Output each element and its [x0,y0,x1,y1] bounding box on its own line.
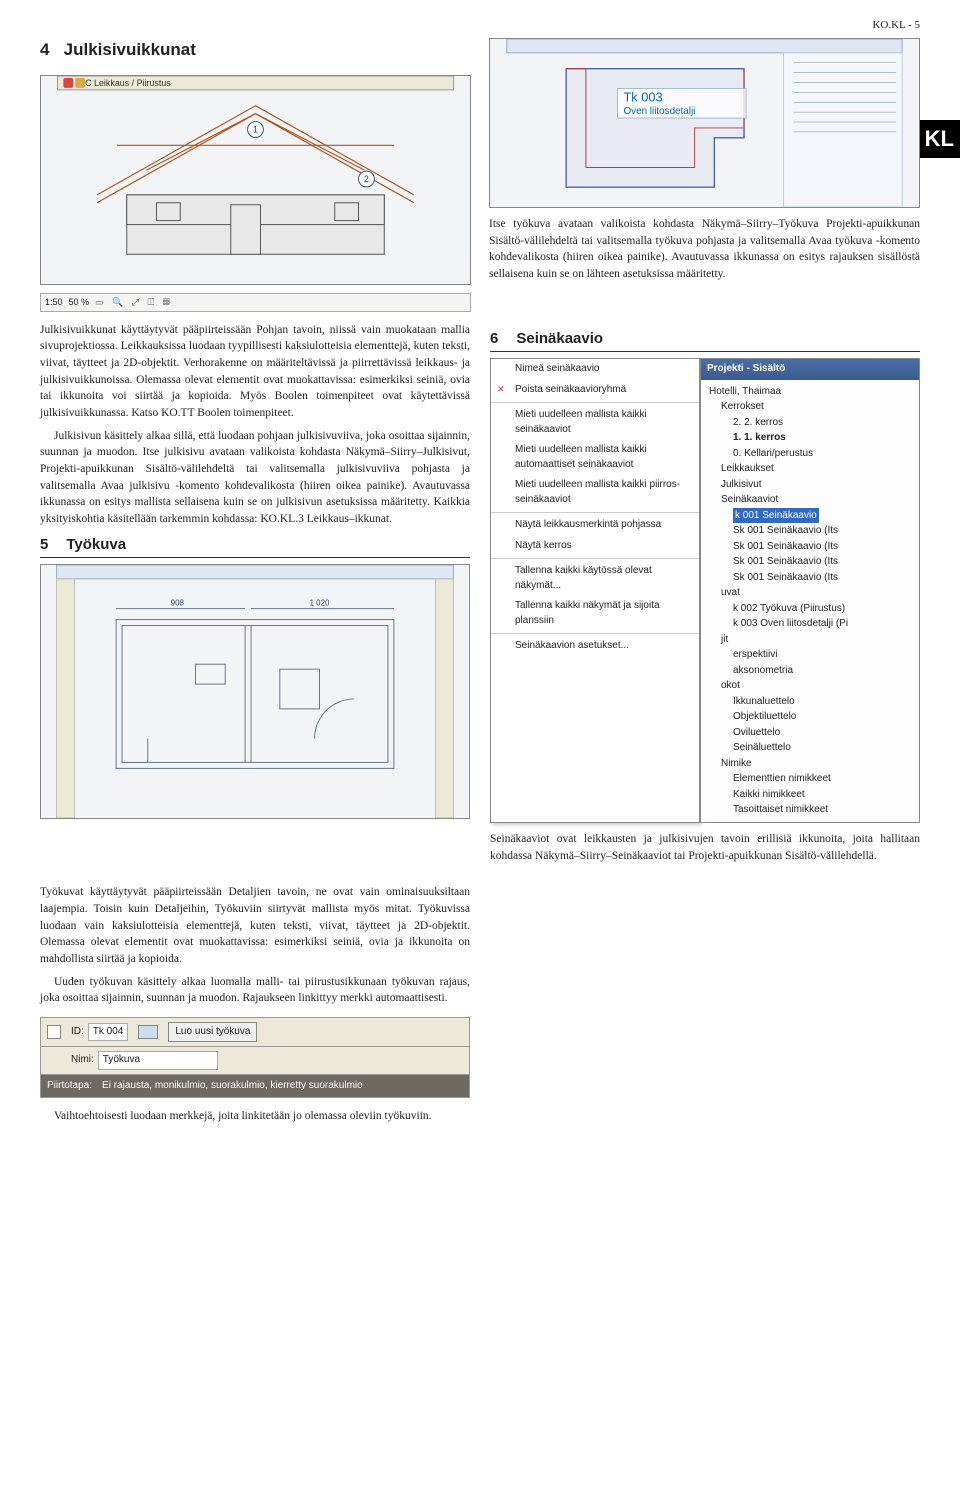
tree-item[interactable]: Nimike [709,756,915,772]
fig-titlebar-text: C Leikkaus / Piirustus [85,77,171,87]
dialog-name-input[interactable]: Työkuva [98,1051,218,1070]
section-4-heading: 4 Julkisivuikkunat [40,38,471,63]
tree-item[interactable]: 2. 2. kerros [709,415,915,431]
context-menu-item[interactable]: Seinäkaavion asetukset... [491,636,699,657]
tree-item[interactable]: Tasoittaiset nimikkeet [709,802,915,818]
side-tab-kl: KL [919,120,960,158]
tree-body[interactable]: Hotelli, ThaimaaKerrokset2. 2. kerros1. … [701,380,919,822]
dialog-create-button[interactable]: Luo uusi työkuva [168,1022,257,1043]
tree-item[interactable]: k 001 Seinäkaavio [709,508,915,524]
tree-item[interactable]: okot [709,678,915,694]
detail-label-title: Tk 003 [623,89,662,104]
section-6-title: Seinäkaavio [516,328,603,350]
detail-label-sub: Oven liitosdetalji [623,106,695,117]
dialog-name-label: Nimi: [71,1053,94,1068]
tree-item[interactable]: Objektiluettelo [709,709,915,725]
tree-item[interactable]: Kerrokset [709,399,915,415]
page-header: KO.KL - 5 [40,18,920,34]
para-right-1: Itse työkuva avataan valikoista kohdasta… [489,216,920,283]
context-menu-item[interactable]: Poista seinäkaavioryhmä [491,380,699,401]
project-tree-panel[interactable]: Projekti - Sisältö Hotelli, ThaimaaKerro… [700,358,920,823]
bottom-left-para-1: Työkuvat käyttäytyvät pääpiirteissään De… [40,884,470,967]
section-5-title: Työkuva [66,534,126,556]
tree-item[interactable]: Sk 001 Seinäkaavio (Its [709,554,915,570]
dialog-bar: ID: Tk 004 Luo uusi työkuva [40,1017,470,1048]
dialog-icon [47,1025,61,1039]
tree-title: Projekti - Sisältö [701,359,919,380]
context-menu-item[interactable]: Tallenna kaikki käytössä olevat näkymät.… [491,561,699,596]
section-6-heading: 6 Seinäkaavio [490,328,920,353]
svg-text:1: 1 [253,124,258,134]
tree-item[interactable]: Elementtien nimikkeet [709,771,915,787]
tree-item[interactable]: uvat [709,585,915,601]
tree-item[interactable]: Leikkaukset [709,461,915,477]
context-menu-item[interactable]: Mieti uudelleen mallista kaikki automaat… [491,440,699,475]
context-menu-item[interactable]: Mieti uudelleen mallista kaikki seinäkaa… [491,405,699,440]
context-menu-item[interactable]: Nimeä seinäkaavio [491,359,699,380]
scale-toolbar: 1:50 50 % ▭ 🔍 ⤢ ◫ ▦ [40,293,471,312]
context-menu-item[interactable]: Näytä kerros [491,536,699,557]
bottom-left-para-2: Uuden työkuvan käsittely alkaa luomalla … [40,974,470,1007]
svg-text:1 020: 1 020 [310,599,330,608]
tree-item[interactable]: Ikkunaluettelo [709,694,915,710]
toolbar-icons: ▭ 🔍 ⤢ ◫ ▦ [95,296,173,309]
tree-item[interactable]: Seinäkaaviot [709,492,915,508]
tree-item[interactable]: 1. 1. kerros [709,430,915,446]
dialog-footer-value: Ei rajausta, monikulmio, suorakulmio, ki… [102,1079,363,1094]
tree-item[interactable]: k 002 Työkuva (Piirustus) [709,601,915,617]
svg-text:908: 908 [171,599,185,608]
tree-item[interactable]: jit [709,632,915,648]
section-4-num: 4 [40,40,49,59]
tree-item[interactable]: erspektiivi [709,647,915,663]
section-5-num: 5 [40,534,48,556]
tree-item[interactable]: k 003 Oven liitosdetalji (Pi [709,616,915,632]
bottom-last-para: Vaihtoehtoisesti luodaan merkkejä, joita… [40,1108,470,1125]
figure-plan: 908 1 020 [40,564,470,819]
figure-cross-section: C Leikkaus / Piirustus 1 2 [40,75,471,285]
scale-value: 1:50 [45,296,63,309]
tree-item[interactable]: 0. Kellari/perustus [709,446,915,462]
tree-item[interactable]: Oviluettelo [709,725,915,741]
figure-detail-top-right: Tk 003 Oven liitosdetalji [489,38,920,208]
context-menu-item[interactable]: Tallenna kaikki näkymät ja sijoita plans… [491,596,699,631]
context-menu[interactable]: Nimeä seinäkaavioPoista seinäkaavioryhmä… [490,358,700,823]
dialog-id-label: ID: [71,1025,84,1040]
para-left-2: Julkisivun käsittely alkaa sillä, että l… [40,428,470,528]
tree-item[interactable]: Kaikki nimikkeet [709,787,915,803]
tree-item[interactable]: Julkisivut [709,477,915,493]
section-5-heading: 5 Työkuva [40,534,470,559]
tree-item[interactable]: Sk 001 Seinäkaavio (Its [709,539,915,555]
tree-item[interactable]: aksonometria [709,663,915,679]
para-right-bottom: Seinäkaaviot ovat leikkausten ja julkisi… [490,831,920,864]
context-menu-item[interactable]: Näytä leikkausmerkintä pohjassa [491,515,699,536]
tree-item[interactable]: Hotelli, Thaimaa [709,384,915,400]
para-left-1: Julkisivuikkunat käyttäytyvät pääpiirtei… [40,322,470,422]
dialog-id-input[interactable]: Tk 004 [88,1023,129,1042]
section-4-title: Julkisivuikkunat [64,40,196,59]
zoom-value: 50 % [69,296,90,309]
context-menu-item[interactable]: Mieti uudelleen mallista kaikki piirros-… [491,475,699,510]
section-6-num: 6 [490,328,498,350]
svg-text:2: 2 [364,174,369,184]
tree-item[interactable]: Sk 001 Seinäkaavio (Its [709,570,915,586]
dialog-color-swatch[interactable] [138,1025,158,1039]
dialog-footer-label: Piirtotapa: [47,1079,92,1094]
tree-item[interactable]: Seinäluettelo [709,740,915,756]
tree-item[interactable]: Sk 001 Seinäkaavio (Its [709,523,915,539]
